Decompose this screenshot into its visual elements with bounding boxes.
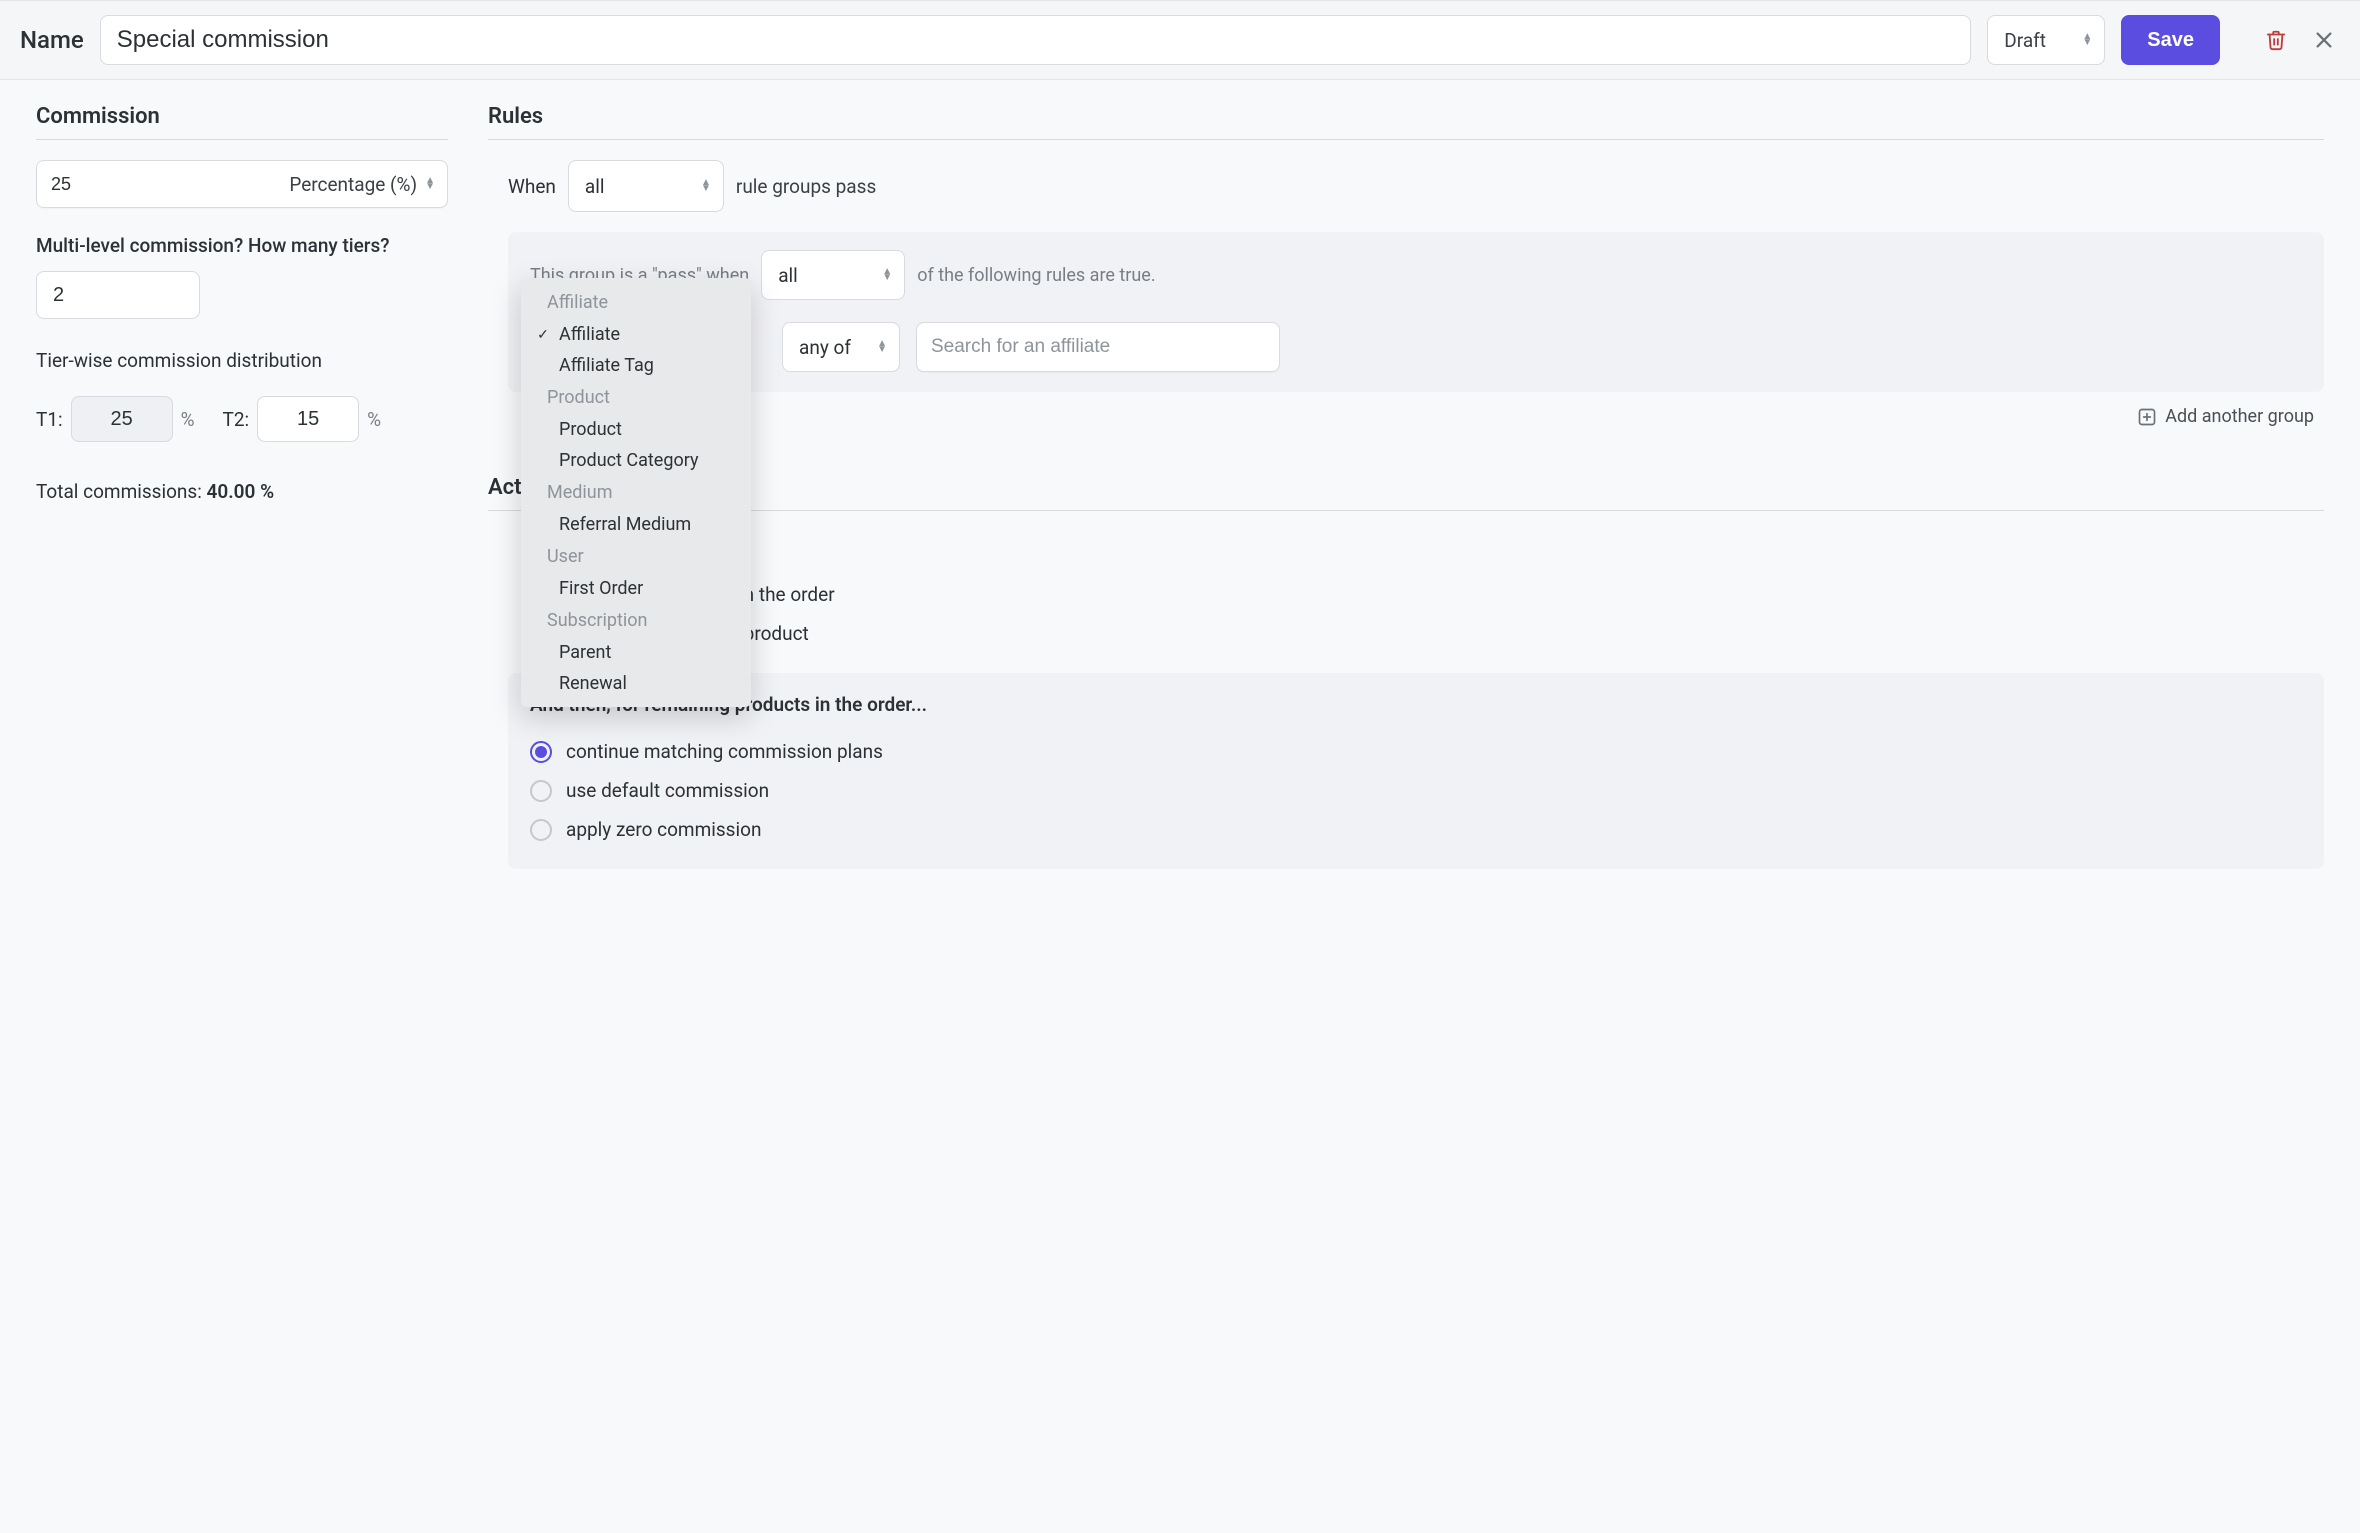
dropdown-item-renewal[interactable]: Renewal xyxy=(521,668,751,699)
radio-icon xyxy=(530,819,552,841)
dropdown-item-referral-medium[interactable]: Referral Medium xyxy=(521,509,751,540)
close-button[interactable] xyxy=(2308,24,2340,56)
tier-distribution-label: Tier-wise commission distribution xyxy=(36,349,448,372)
affiliate-search-input[interactable] xyxy=(916,322,1280,372)
tier1-input[interactable] xyxy=(71,396,173,442)
rule-operator-select[interactable]: any of ▲▼ xyxy=(782,322,900,372)
group-pass-select[interactable]: all ▲▼ xyxy=(761,250,905,300)
dropdown-item-affiliate[interactable]: ✓ Affiliate xyxy=(521,319,751,350)
commission-panel: Commission Percentage (%) ▲▼ Multi-level… xyxy=(36,104,448,869)
main-content: Commission Percentage (%) ▲▼ Multi-level… xyxy=(0,80,2360,893)
chevron-updown-icon: ▲▼ xyxy=(425,178,435,190)
commission-type-value: Percentage (%) xyxy=(289,173,417,196)
obscured-line-2: product xyxy=(508,614,2324,653)
group-head: This group is a "pass" when all ▲▼ of th… xyxy=(530,250,2302,300)
percent-symbol: % xyxy=(367,408,381,431)
commission-type-select[interactable]: Percentage (%) ▲▼ xyxy=(117,161,447,207)
obscured-tail-1: n the order xyxy=(744,583,835,606)
dropdown-item-first-order[interactable]: First Order xyxy=(521,573,751,604)
actions-title: Actions xyxy=(488,475,2324,511)
chevron-updown-icon: ▲▼ xyxy=(877,341,887,353)
radio-label: use default commission xyxy=(566,779,769,802)
rules-title: Rules xyxy=(488,104,2324,140)
dropdown-item-label: First Order xyxy=(559,578,643,599)
dropdown-item-label: Parent xyxy=(559,642,611,663)
dropdown-item-label: Referral Medium xyxy=(559,514,691,535)
delete-button[interactable] xyxy=(2260,24,2292,56)
dropdown-item-label: Renewal xyxy=(559,673,627,694)
rule-field-dropdown: Affiliate ✓ Affiliate Affiliate Tag Prod… xyxy=(521,278,751,707)
tier1-label: T1: xyxy=(36,408,63,431)
dropdown-item-product-category[interactable]: Product Category xyxy=(521,445,751,476)
status-select[interactable]: Draft ▲▼ xyxy=(1987,15,2105,65)
tier2-input[interactable] xyxy=(257,396,359,442)
name-input[interactable] xyxy=(100,15,1972,65)
group-pass-value: all xyxy=(778,264,798,287)
chevron-updown-icon: ▲▼ xyxy=(882,269,892,281)
commission-amount-field: Percentage (%) ▲▼ xyxy=(36,160,448,208)
check-icon: ✓ xyxy=(535,327,551,343)
dropdown-item-label: Affiliate Tag xyxy=(559,355,654,376)
tier1-group: T1: % xyxy=(36,396,195,442)
group-head-post: of the following rules are true. xyxy=(917,265,1155,286)
totals-value: 40.00 % xyxy=(207,480,275,503)
rule-operator-value: any of xyxy=(799,336,851,359)
add-group-button[interactable]: Add another group xyxy=(508,392,2324,435)
rule-row: any of ▲▼ xyxy=(530,322,2302,372)
tier2-group: T2: % xyxy=(223,396,382,442)
dropdown-item-label: Affiliate xyxy=(559,324,620,345)
dropdown-item-label: Product Category xyxy=(559,450,698,471)
tier2-label: T2: xyxy=(223,408,250,431)
tier-row: T1: % T2: % xyxy=(36,396,448,442)
when-value: all xyxy=(585,175,605,198)
when-label: When xyxy=(508,175,556,198)
save-button[interactable]: Save xyxy=(2121,15,2220,65)
tiers-input[interactable] xyxy=(36,271,200,319)
radio-continue-matching[interactable]: continue matching commission plans xyxy=(530,732,2302,771)
status-value: Draft xyxy=(2004,29,2046,52)
obscured-line-1: n the order xyxy=(508,575,2324,614)
radio-default-commission[interactable]: use default commission xyxy=(530,771,2302,810)
dropdown-item-label: Product xyxy=(559,419,622,440)
rule-group: This group is a "pass" when all ▲▼ of th… xyxy=(508,232,2324,392)
dropdown-group-label: User xyxy=(521,540,751,573)
radio-icon xyxy=(530,741,552,763)
when-select[interactable]: all ▲▼ xyxy=(568,160,724,212)
commission-title: Commission xyxy=(36,104,448,140)
when-tail: rule groups pass xyxy=(736,175,876,198)
name-label: Name xyxy=(20,26,84,54)
actions-obscured-lines: n the order product xyxy=(508,531,2324,673)
obscured-tail-2: product xyxy=(744,622,809,645)
radio-label: apply zero commission xyxy=(566,818,761,841)
obscured-line xyxy=(508,545,2324,575)
add-icon xyxy=(2137,407,2157,427)
add-group-label: Add another group xyxy=(2165,406,2314,427)
editor-header: Name Draft ▲▼ Save xyxy=(0,0,2360,80)
then-intro: And then, for remaining products in the … xyxy=(530,693,2302,716)
radio-label: continue matching commission plans xyxy=(566,740,883,763)
dropdown-group-label: Affiliate xyxy=(521,286,751,319)
radio-icon xyxy=(530,780,552,802)
dropdown-group-label: Medium xyxy=(521,476,751,509)
dropdown-item-parent[interactable]: Parent xyxy=(521,637,751,668)
trash-icon xyxy=(2265,29,2287,51)
dropdown-group-label: Product xyxy=(521,381,751,414)
totals: Total commissions: 40.00 % xyxy=(36,480,448,503)
tiers-question: Multi-level commission? How many tiers? xyxy=(36,234,448,257)
percent-symbol: % xyxy=(181,408,195,431)
rules-actions-panel: Rules When all ▲▼ rule groups pass This … xyxy=(488,104,2324,869)
rules-when-row: When all ▲▼ rule groups pass xyxy=(488,160,2324,212)
totals-label: Total commissions: xyxy=(36,480,207,503)
close-icon xyxy=(2313,29,2335,51)
then-block: And then, for remaining products in the … xyxy=(508,673,2324,869)
dropdown-group-label: Subscription xyxy=(521,604,751,637)
dropdown-item-product[interactable]: Product xyxy=(521,414,751,445)
chevron-updown-icon: ▲▼ xyxy=(2082,34,2092,46)
dropdown-item-affiliate-tag[interactable]: Affiliate Tag xyxy=(521,350,751,381)
commission-amount-input[interactable] xyxy=(37,161,117,207)
chevron-updown-icon: ▲▼ xyxy=(701,180,711,192)
radio-zero-commission[interactable]: apply zero commission xyxy=(530,810,2302,849)
